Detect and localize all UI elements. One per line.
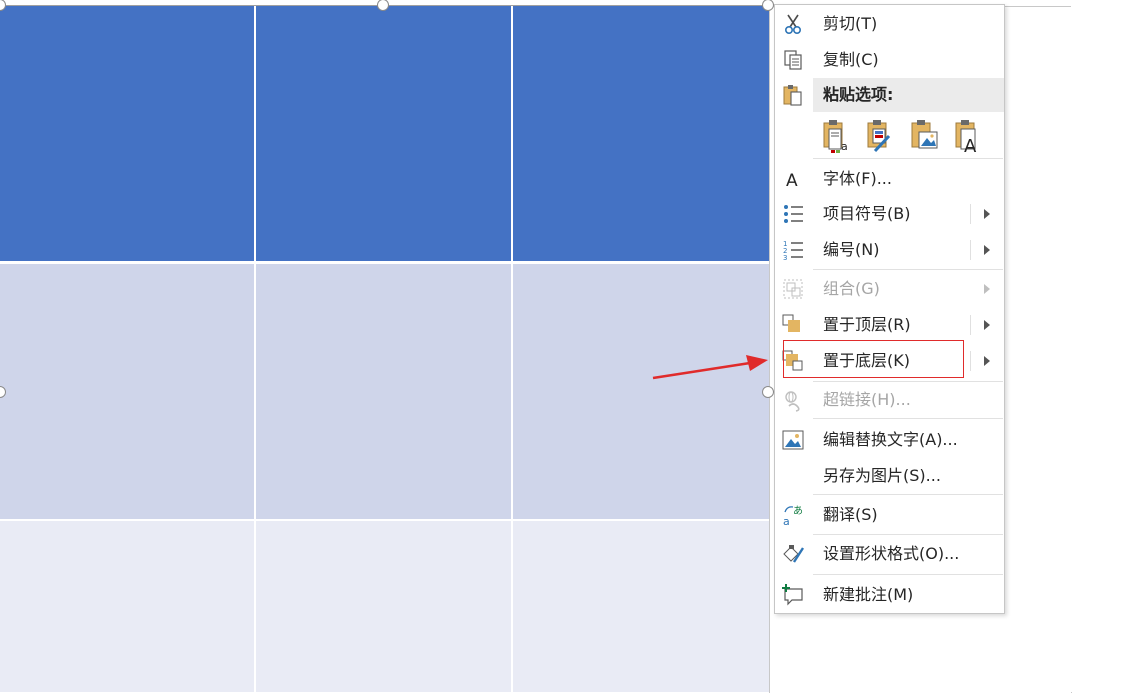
svg-text:あ: あ	[793, 505, 803, 517]
use-destination-theme-paste-icon[interactable]	[865, 118, 897, 154]
bullets-icon	[784, 205, 803, 223]
paste-options-label-bg: 粘贴选项:	[813, 78, 1004, 112]
table-cell[interactable]	[513, 521, 769, 692]
canvas-margin	[1071, 0, 1132, 692]
menu-item-translate[interactable]: あ a 翻译(S)	[775, 498, 1004, 532]
font-icon: A	[786, 171, 798, 191]
submenu-arrow-icon	[984, 209, 990, 219]
menu-item-numbering[interactable]: 1 2 3 编号(N)	[775, 233, 1004, 267]
menu-item-copy[interactable]: 复制(C)	[775, 43, 1004, 77]
red-highlight-annotation	[783, 340, 964, 378]
submenu-arrow-icon	[984, 245, 990, 255]
submenu-divider	[970, 315, 971, 335]
menu-item-label: 翻译(S)	[823, 505, 878, 524]
table-cell[interactable]	[0, 6, 254, 261]
table-cell[interactable]	[0, 521, 254, 692]
svg-text:A: A	[964, 136, 977, 154]
menu-separator	[813, 534, 1003, 535]
menu-item-font[interactable]: A 字体(F)...	[775, 162, 1004, 196]
menu-item-label: 字体(F)...	[823, 169, 892, 188]
menu-item-label: 组合(G)	[823, 279, 880, 298]
menu-separator	[813, 418, 1003, 419]
picture-paste-icon[interactable]	[909, 118, 941, 154]
menu-item-label: 项目符号(B)	[823, 204, 911, 223]
menu-item-edit-alt-text[interactable]: 编辑替换文字(A)...	[775, 423, 1004, 457]
svg-text:3: 3	[783, 254, 787, 262]
scissors-icon	[785, 14, 802, 35]
clipboard-icon	[783, 85, 802, 106]
menu-separator	[813, 381, 1003, 382]
alt-text-icon	[782, 430, 804, 450]
svg-text:a: a	[783, 515, 790, 527]
menu-separator	[813, 574, 1003, 575]
menu-separator	[813, 269, 1003, 270]
submenu-arrow-icon	[984, 356, 990, 366]
menu-item-new-comment[interactable]: 新建批注(M)	[775, 578, 1004, 612]
menu-item-label: 置于顶层(R)	[823, 315, 911, 334]
menu-item-cut[interactable]: 剪切(T)	[775, 7, 1004, 41]
keep-text-paste-icon[interactable]: A	[953, 118, 985, 154]
menu-item-group: 组合(G)	[775, 272, 1004, 306]
table-cell[interactable]	[513, 264, 769, 519]
menu-item-label: 编辑替换文字(A)...	[823, 430, 958, 449]
menu-item-label: 超链接(H)...	[823, 390, 911, 409]
menu-item-label: 复制(C)	[823, 50, 879, 69]
group-icon	[783, 279, 803, 299]
table-cell[interactable]	[256, 6, 511, 261]
paste-options-label: 粘贴选项:	[823, 85, 894, 104]
menu-item-save-as-picture[interactable]: 另存为图片(S)...	[775, 459, 1004, 493]
table-cell[interactable]	[256, 264, 511, 519]
submenu-arrow-icon	[984, 284, 990, 294]
context-menu: 剪切(T) 复制(C) 粘贴选项: a A A 字体(F)... 项目符号(B)…	[774, 4, 1005, 614]
menu-item-label: 另存为图片(S)...	[823, 466, 941, 485]
menu-item-label: 新建批注(M)	[823, 585, 914, 604]
menu-separator	[813, 158, 1003, 159]
menu-item-bullets[interactable]: 项目符号(B)	[775, 197, 1004, 231]
menu-item-label: 编号(N)	[823, 240, 880, 259]
format-shape-icon	[783, 545, 805, 563]
menu-item-hyperlink: 超链接(H)...	[775, 383, 1004, 417]
translate-icon: あ a	[783, 505, 803, 527]
table-cell[interactable]	[256, 521, 511, 692]
menu-item-label: 设置形状格式(O)...	[823, 544, 960, 563]
menu-item-format-shape[interactable]: 设置形状格式(O)...	[775, 537, 1004, 571]
table-cell[interactable]	[0, 264, 254, 519]
submenu-divider	[970, 204, 971, 224]
svg-text:a: a	[841, 140, 848, 153]
submenu-arrow-icon	[984, 320, 990, 330]
table[interactable]	[0, 0, 769, 692]
hyperlink-icon	[785, 391, 800, 412]
new-comment-icon	[782, 584, 803, 606]
keep-text-only-paste-icon[interactable]: a	[821, 118, 853, 154]
numbering-icon: 1 2 3	[783, 240, 803, 262]
menu-item-label: 剪切(T)	[823, 14, 878, 33]
menu-separator	[813, 494, 1003, 495]
copy-icon	[784, 50, 802, 70]
red-arrow-annotation	[652, 355, 768, 380]
bring-to-front-icon	[782, 314, 800, 332]
table-cell[interactable]	[513, 6, 769, 261]
submenu-divider	[970, 240, 971, 260]
svg-text:A: A	[786, 171, 798, 191]
menu-item-bring-to-front[interactable]: 置于顶层(R)	[775, 308, 1004, 342]
resize-handle[interactable]	[762, 386, 774, 398]
submenu-divider	[970, 351, 971, 371]
